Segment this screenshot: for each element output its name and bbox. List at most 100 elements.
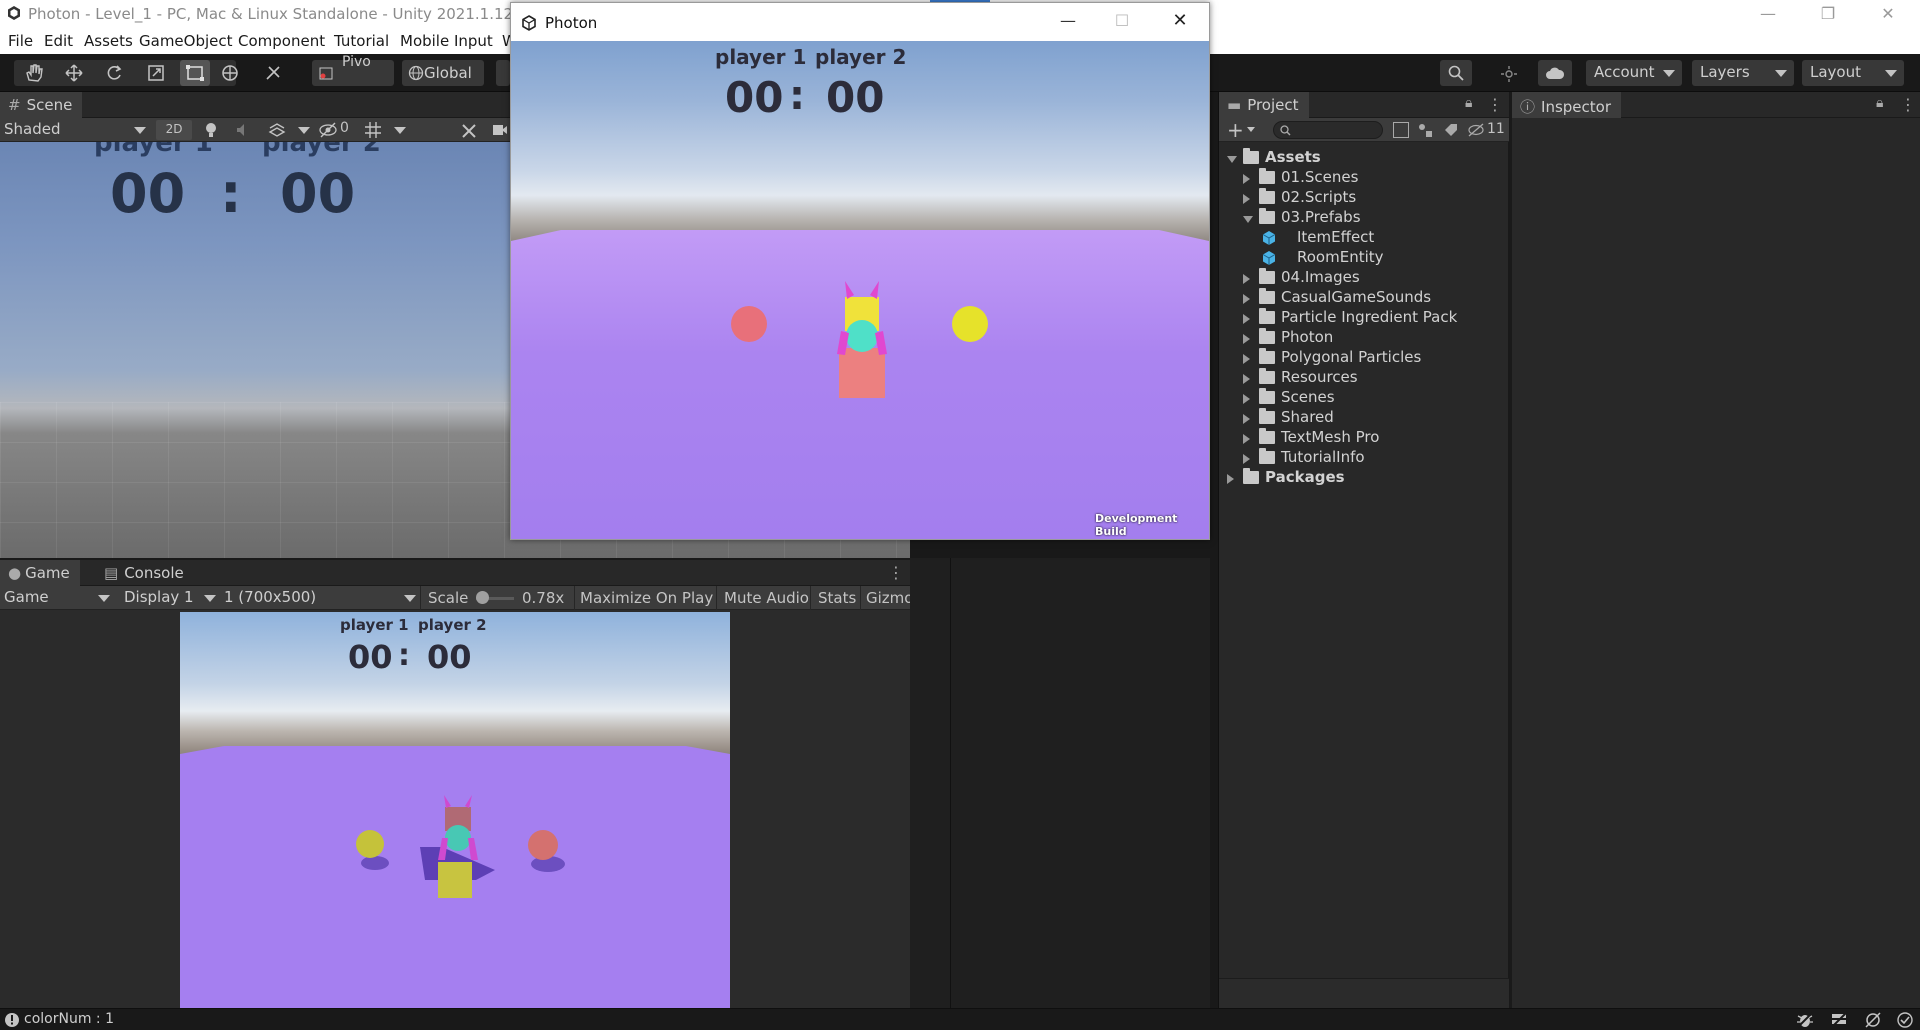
gizmos-toggle[interactable]: Gizmo: [866, 589, 913, 607]
game-viewport[interactable]: player 1 player 2 00 : 00: [180, 612, 730, 1008]
tree-item[interactable]: Photon: [1219, 328, 1509, 348]
game-view-dropdown[interactable]: Game: [4, 588, 110, 608]
tree-item[interactable]: 01.Scenes: [1219, 168, 1509, 188]
lock-icon[interactable]: 🔒︎: [1465, 95, 1472, 111]
tab-console[interactable]: ▤ Console: [96, 560, 194, 586]
display-dropdown[interactable]: Display 1: [124, 588, 216, 608]
panel-menu-icon[interactable]: ⋮: [1487, 95, 1503, 114]
expand-arrow-closed-icon[interactable]: [1243, 394, 1250, 404]
expand-arrow-open-icon[interactable]: [1227, 156, 1237, 163]
menu-gameobject[interactable]: GameObject: [139, 32, 233, 50]
auto-generate-lighting-icon[interactable]: [1864, 1011, 1882, 1029]
favorites-icon[interactable]: [1443, 122, 1459, 138]
tab-scene[interactable]: # Scene: [0, 92, 83, 118]
hidden-objects-icon[interactable]: [318, 122, 338, 138]
photon-viewport[interactable]: player 1 player 2 00 : 00 Development Bu…: [511, 41, 1209, 539]
stats-toggle[interactable]: Stats: [818, 589, 856, 607]
scale-slider-thumb[interactable]: [475, 591, 489, 604]
tree-item[interactable]: Shared: [1219, 408, 1509, 428]
pivot-toggle[interactable]: Pivo: [312, 54, 394, 86]
menu-assets[interactable]: Assets: [84, 32, 133, 50]
grid-toggle-icon[interactable]: [364, 121, 382, 139]
shading-dropdown[interactable]: Shaded: [4, 120, 146, 140]
tree-item[interactable]: 04.Images: [1219, 268, 1509, 288]
search-by-type-icon[interactable]: [1393, 122, 1409, 138]
tree-item[interactable]: ItemEffect: [1219, 228, 1509, 248]
menu-edit[interactable]: Edit: [44, 32, 73, 50]
panel-menu-icon[interactable]: ⋮: [1900, 95, 1916, 114]
expand-arrow-closed-icon[interactable]: [1243, 434, 1250, 444]
expand-arrow-closed-icon[interactable]: [1243, 274, 1250, 284]
close-button[interactable]: ✕: [1878, 4, 1898, 23]
tree-item[interactable]: 02.Scripts: [1219, 188, 1509, 208]
tools-icon[interactable]: [460, 122, 478, 140]
2d-toggle[interactable]: 2D: [156, 120, 192, 140]
expand-arrow-closed-icon[interactable]: [1227, 474, 1234, 484]
effects-icon[interactable]: [268, 122, 286, 138]
expand-arrow-closed-icon[interactable]: [1243, 174, 1250, 184]
expand-arrow-closed-icon[interactable]: [1243, 314, 1250, 324]
cloud-button[interactable]: [1538, 60, 1572, 86]
expand-arrow-closed-icon[interactable]: [1243, 454, 1250, 464]
expand-arrow-closed-icon[interactable]: [1243, 354, 1250, 364]
maximize-on-play-toggle[interactable]: Maximize On Play: [580, 589, 713, 607]
expand-arrow-closed-icon[interactable]: [1243, 374, 1250, 384]
tab-inspector[interactable]: ⓘ Inspector: [1512, 92, 1621, 118]
lock-icon[interactable]: 🔒︎: [1876, 95, 1883, 111]
tree-item[interactable]: TutorialInfo: [1219, 448, 1509, 468]
search-by-label-icon[interactable]: [1417, 122, 1433, 138]
progress-check-icon[interactable]: [1896, 1011, 1914, 1029]
search-button[interactable]: [1440, 60, 1472, 86]
tree-item[interactable]: Resources: [1219, 368, 1509, 388]
status-message[interactable]: colorNum : 1: [24, 1011, 114, 1027]
tree-item[interactable]: 03.Prefabs: [1219, 208, 1509, 228]
tree-item[interactable]: Polygonal Particles: [1219, 348, 1509, 368]
layout-dropdown[interactable]: Layout: [1802, 60, 1904, 86]
global-toggle[interactable]: Global: [402, 60, 484, 86]
menu-mobile-input[interactable]: Mobile Input: [400, 32, 493, 50]
tree-item[interactable]: RoomEntity: [1219, 248, 1509, 268]
panel-menu-icon[interactable]: ⋮: [888, 563, 904, 582]
hidden-packages-icon[interactable]: [1467, 123, 1485, 137]
resolution-dropdown[interactable]: 1 (700x500): [224, 588, 416, 608]
tree-item[interactable]: Scenes: [1219, 388, 1509, 408]
camera-icon[interactable]: [492, 124, 508, 136]
minimize-button[interactable]: —: [1758, 4, 1778, 23]
snap-toggle[interactable]: [496, 60, 510, 86]
collab-icon[interactable]: [1500, 65, 1518, 83]
photon-close-button[interactable]: ✕: [1169, 10, 1191, 31]
expand-arrow-closed-icon[interactable]: [1243, 334, 1250, 344]
mute-audio-toggle[interactable]: Mute Audio: [724, 589, 809, 607]
project-search-input[interactable]: [1273, 121, 1383, 139]
account-dropdown[interactable]: Account: [1586, 60, 1682, 86]
tree-item[interactable]: Packages: [1219, 468, 1509, 488]
photon-maximize-button[interactable]: ☐: [1111, 11, 1133, 31]
menu-component[interactable]: Component: [238, 32, 325, 50]
lighting-icon[interactable]: [204, 122, 218, 138]
cache-server-icon[interactable]: [1830, 1011, 1848, 1029]
scale-tool-icon[interactable]: [146, 64, 166, 82]
transform-tool-icon[interactable]: [220, 64, 240, 82]
expand-arrow-closed-icon[interactable]: [1243, 414, 1250, 424]
audio-icon[interactable]: [236, 123, 252, 137]
custom-tool-icon[interactable]: [264, 64, 284, 82]
tree-item[interactable]: Assets: [1219, 148, 1509, 168]
photon-minimize-button[interactable]: —: [1057, 11, 1079, 31]
bug-icon[interactable]: [1796, 1011, 1814, 1029]
expand-arrow-closed-icon[interactable]: [1243, 294, 1250, 304]
menu-tutorial[interactable]: Tutorial: [334, 32, 389, 50]
rotate-tool-icon[interactable]: [104, 64, 124, 82]
tree-item[interactable]: TextMesh Pro: [1219, 428, 1509, 448]
tree-item[interactable]: CasualGameSounds: [1219, 288, 1509, 308]
restore-button[interactable]: ❐: [1818, 4, 1838, 23]
hand-tool-icon[interactable]: [24, 64, 44, 82]
expand-arrow-open-icon[interactable]: [1243, 216, 1253, 223]
rect-tool-button[interactable]: [180, 60, 210, 86]
move-tool-icon[interactable]: [64, 64, 84, 82]
add-asset-button[interactable]: +: [1227, 118, 1244, 142]
menu-file[interactable]: File: [8, 32, 33, 50]
expand-arrow-closed-icon[interactable]: [1243, 194, 1250, 204]
tree-item[interactable]: Particle Ingredient Pack: [1219, 308, 1509, 328]
tab-game[interactable]: ● Game: [0, 560, 80, 586]
tab-project[interactable]: ▬ Project: [1219, 92, 1309, 118]
